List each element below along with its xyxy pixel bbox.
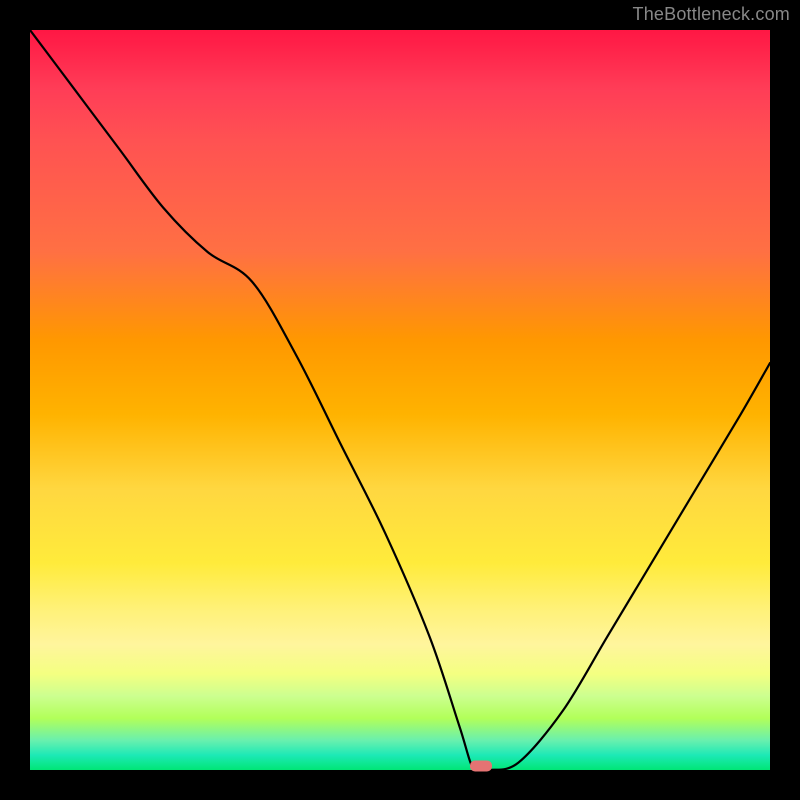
optimal-marker [470, 761, 492, 772]
watermark: TheBottleneck.com [633, 4, 790, 25]
chart-container: TheBottleneck.com [0, 0, 800, 800]
bottleneck-curve [30, 30, 770, 770]
plot-area [30, 30, 770, 770]
